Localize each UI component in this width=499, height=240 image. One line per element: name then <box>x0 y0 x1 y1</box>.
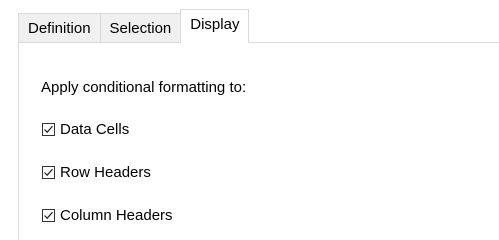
row-headers-label: Row Headers <box>60 164 151 181</box>
display-tab-panel: Apply conditional formatting to: Data Ce… <box>18 42 499 240</box>
tab-selection[interactable]: Selection <box>99 13 182 43</box>
data-cells-checkbox[interactable] <box>42 123 55 136</box>
apply-formatting-caption: Apply conditional formatting to: <box>41 79 247 96</box>
column-headers-label: Column Headers <box>60 207 173 224</box>
checkmark-icon <box>44 211 53 220</box>
checkmark-icon <box>44 168 53 177</box>
data-cells-label: Data Cells <box>60 121 130 138</box>
tab-strip: Definition Selection Display <box>18 9 250 43</box>
tab-definition-label: Definition <box>28 20 91 37</box>
tab-display[interactable]: Display <box>180 9 250 43</box>
data-cells-option[interactable]: Data Cells <box>42 121 129 138</box>
tab-display-label: Display <box>190 16 240 33</box>
row-headers-checkbox[interactable] <box>42 166 55 179</box>
row-headers-option[interactable]: Row Headers <box>42 164 151 181</box>
tab-definition[interactable]: Definition <box>18 13 101 43</box>
checkmark-icon <box>44 125 53 134</box>
column-headers-option[interactable]: Column Headers <box>42 207 173 224</box>
column-headers-checkbox[interactable] <box>42 209 55 222</box>
conditional-formatting-dialog: Definition Selection Display Apply condi… <box>0 0 499 240</box>
tab-selection-label: Selection <box>109 20 172 37</box>
